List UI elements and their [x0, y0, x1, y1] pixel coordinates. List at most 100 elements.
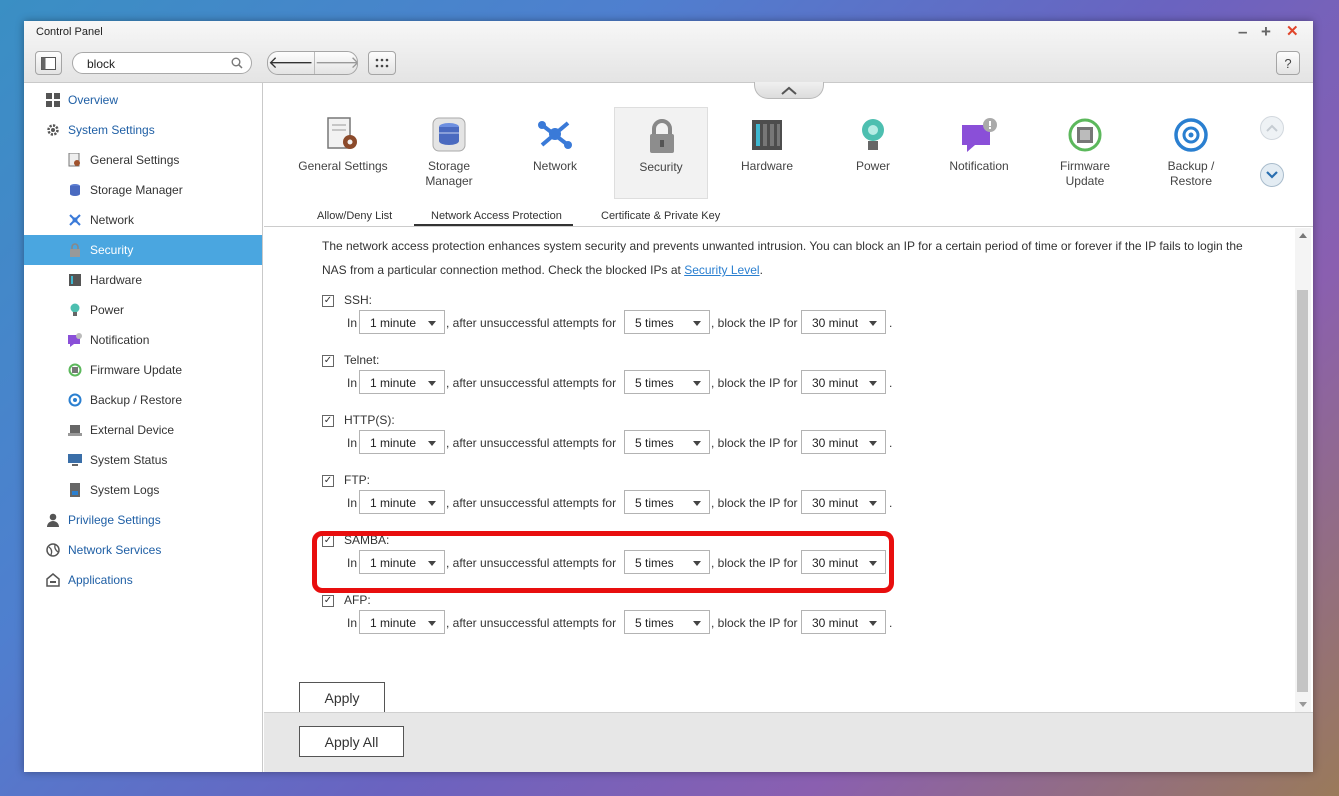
- sidebar-item-overview[interactable]: Overview: [24, 85, 262, 115]
- afp-interval-select[interactable]: 1 minute: [359, 610, 445, 634]
- https-block-duration-value: 30 minut: [812, 436, 859, 450]
- sidebar-item-system-status[interactable]: System Status: [24, 445, 262, 475]
- sidebar-item-network-services[interactable]: Network Services: [24, 535, 262, 565]
- all-apps-button[interactable]: [368, 51, 396, 75]
- sidebar-item-system-logs[interactable]: System Logs: [24, 475, 262, 505]
- sidebar-label: Backup / Restore: [90, 393, 183, 407]
- maximize-button[interactable]: +: [1261, 23, 1271, 41]
- sidebar-item-general-settings[interactable]: General Settings: [24, 145, 262, 175]
- sidebar-item-storage-manager[interactable]: Storage Manager: [24, 175, 262, 205]
- sidebar-label: Firmware Update: [90, 363, 183, 377]
- sidebar-item-power[interactable]: Power: [24, 295, 262, 325]
- afp-attempts-select[interactable]: 5 times: [624, 610, 710, 634]
- period-text: .: [889, 316, 893, 330]
- sidebar-item-backup-restore[interactable]: Backup / Restore: [24, 385, 262, 415]
- sidebar-label: Network: [90, 213, 135, 227]
- minimize-button[interactable]: –: [1238, 23, 1247, 41]
- category-firmware-update[interactable]: Firmware Update: [1038, 107, 1132, 199]
- collapse-toolbar-button[interactable]: [754, 82, 824, 99]
- telnet-attempts-select[interactable]: 5 times: [624, 370, 710, 394]
- description-end: .: [759, 263, 763, 277]
- search-icon[interactable]: [231, 57, 243, 69]
- sidebar-label: General Settings: [90, 153, 180, 167]
- forward-button[interactable]: 🡒: [315, 52, 357, 74]
- sidebar-item-privilege-settings[interactable]: Privilege Settings: [24, 505, 262, 535]
- afp-checkbox[interactable]: ✓: [322, 595, 334, 607]
- chevron-down-icon: [428, 441, 436, 446]
- lock-icon: [70, 243, 80, 257]
- vertical-scrollbar[interactable]: [1295, 228, 1311, 712]
- apply-button[interactable]: Apply: [299, 682, 385, 712]
- scroll-down-arrow-icon[interactable]: [1299, 702, 1307, 707]
- ssh-interval-value: 1 minute: [370, 316, 417, 330]
- telnet-interval-select[interactable]: 1 minute: [359, 370, 445, 394]
- ftp-block-duration-select[interactable]: 30 minut: [801, 490, 886, 514]
- category-power[interactable]: Power: [826, 107, 920, 199]
- sidebar-item-network[interactable]: Network: [24, 205, 262, 235]
- apply-all-button[interactable]: Apply All: [299, 726, 404, 757]
- backup-icon: [1174, 118, 1208, 152]
- ftp-attempts-select[interactable]: 5 times: [624, 490, 710, 514]
- category-hardware[interactable]: Hardware: [720, 107, 814, 199]
- toggle-sidebar-button[interactable]: [35, 51, 62, 75]
- scrollbar-thumb[interactable]: [1297, 290, 1308, 692]
- sidebar-item-notification[interactable]: Notification: [24, 325, 262, 355]
- search-box[interactable]: [72, 52, 252, 74]
- sidebar-item-applications[interactable]: Applications: [24, 565, 262, 595]
- tab-certificate-private-key[interactable]: Certificate & Private Key: [601, 210, 720, 222]
- category-label: Hardware: [740, 159, 794, 173]
- category-security[interactable]: Security: [614, 107, 708, 199]
- chevron-down-icon: [869, 621, 877, 626]
- ssh-attempts-select[interactable]: 5 times: [624, 310, 710, 334]
- category-notification[interactable]: Notification: [932, 107, 1026, 199]
- sidebar-item-system-settings[interactable]: System Settings: [24, 115, 262, 145]
- ssh-interval-select[interactable]: 1 minute: [359, 310, 445, 334]
- telnet-block-duration-select[interactable]: 30 minut: [801, 370, 886, 394]
- category-backup-restore[interactable]: Backup / Restore: [1144, 107, 1238, 199]
- https-checkbox[interactable]: ✓: [322, 415, 334, 427]
- tab-network-access-protection[interactable]: Network Access Protection: [414, 210, 573, 226]
- ssh-checkbox[interactable]: ✓: [322, 295, 334, 307]
- category-general-settings[interactable]: General Settings: [296, 107, 390, 199]
- https-attempts-select[interactable]: 5 times: [624, 430, 710, 454]
- category-network[interactable]: Network: [508, 107, 602, 199]
- notification-icon: [68, 333, 82, 347]
- general-settings-icon: [327, 117, 357, 149]
- sidebar-item-security[interactable]: Security: [24, 235, 262, 265]
- security-level-link[interactable]: Security Level: [684, 263, 759, 277]
- bulb-icon: [862, 119, 884, 150]
- telnet-checkbox[interactable]: ✓: [322, 355, 334, 367]
- ftp-checkbox[interactable]: ✓: [322, 475, 334, 487]
- scroll-up-arrow-icon[interactable]: [1299, 233, 1307, 238]
- https-interval-select[interactable]: 1 minute: [359, 430, 445, 454]
- sidebar-label: Overview: [68, 93, 119, 107]
- back-button[interactable]: 🡐: [268, 52, 315, 74]
- close-button[interactable]: ✕: [1286, 23, 1299, 41]
- help-button[interactable]: ?: [1276, 51, 1300, 75]
- network-icon: [69, 214, 81, 226]
- service-telnet: ✓ Telnet: In 1 minute , after unsuccessful a…: [322, 353, 922, 413]
- afp-block-duration-select[interactable]: 30 minut: [801, 610, 886, 634]
- chevron-down-icon: [428, 321, 436, 326]
- https-label: HTTP(S):: [344, 413, 395, 427]
- period-text: .: [889, 436, 893, 450]
- logs-icon: [70, 483, 80, 497]
- sidebar-label: System Status: [90, 453, 168, 467]
- scroll-categories-down-button[interactable]: [1260, 163, 1284, 187]
- search-input[interactable]: [85, 56, 225, 72]
- sidebar-item-hardware[interactable]: Hardware: [24, 265, 262, 295]
- chevron-down-icon: [693, 381, 701, 386]
- chevron-down-icon: [869, 321, 877, 326]
- after-attempts-text: , after unsuccessful attempts for: [446, 316, 617, 330]
- ssh-block-duration-select[interactable]: 30 minut: [801, 310, 886, 334]
- category-storage-manager[interactable]: Storage Manager: [402, 107, 496, 199]
- ftp-interval-select[interactable]: 1 minute: [359, 490, 445, 514]
- ftp-interval-value: 1 minute: [370, 496, 417, 510]
- sidebar-label: Security: [90, 243, 134, 257]
- sidebar-item-external-device[interactable]: External Device: [24, 415, 262, 445]
- tab-allow-deny-list[interactable]: Allow/Deny List: [317, 210, 392, 222]
- globe-icon: [46, 543, 60, 557]
- https-block-duration-select[interactable]: 30 minut: [801, 430, 886, 454]
- scroll-categories-up-button[interactable]: [1260, 116, 1284, 140]
- sidebar-item-firmware-update[interactable]: Firmware Update: [24, 355, 262, 385]
